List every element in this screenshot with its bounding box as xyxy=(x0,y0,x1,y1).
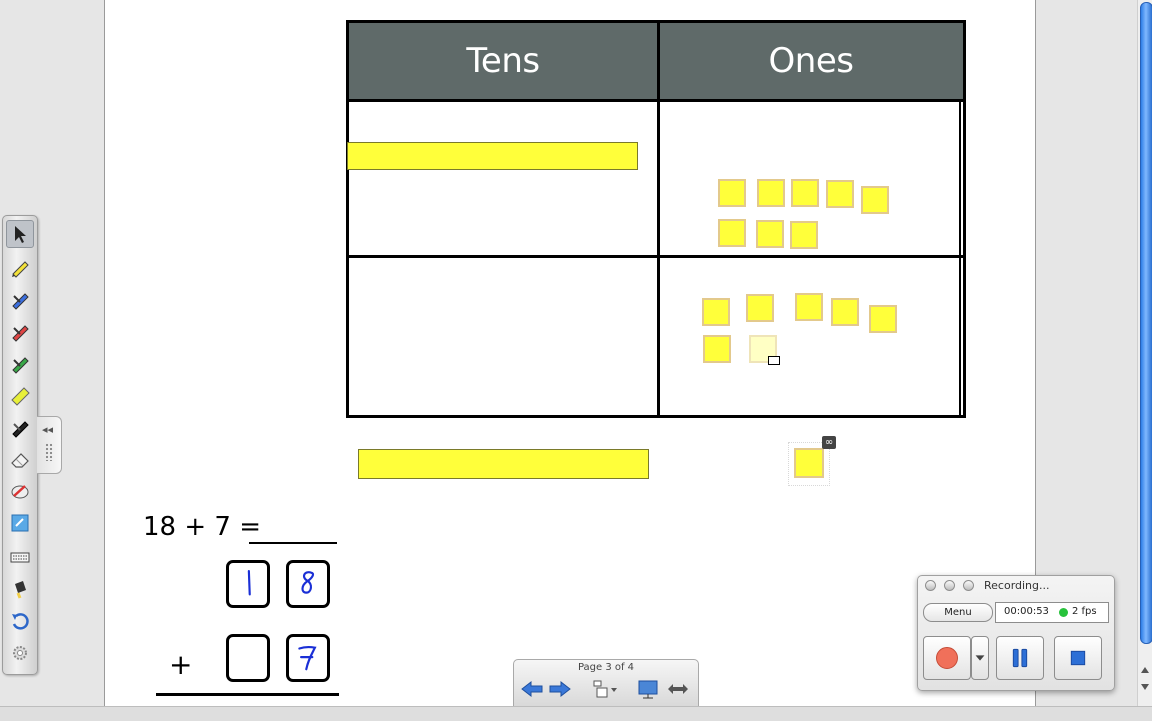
unit-block[interactable] xyxy=(826,180,854,208)
unit-block[interactable] xyxy=(790,221,818,249)
pen-blue-icon[interactable] xyxy=(6,285,34,313)
unit-block[interactable] xyxy=(861,186,889,214)
page-sorter-button[interactable] xyxy=(592,678,620,700)
next-page-button[interactable] xyxy=(548,678,572,700)
collapse-arrows-icon: ◂◂ xyxy=(42,423,54,436)
status-dot-icon xyxy=(1059,608,1068,617)
pause-icon xyxy=(1012,648,1028,668)
unit-block[interactable] xyxy=(746,294,774,322)
page-number-label: Page 3 of 4 xyxy=(577,662,635,673)
column-divider xyxy=(657,23,660,415)
horizontal-scrollbar[interactable] xyxy=(0,706,1152,721)
toolbar-collapse-handle[interactable]: ◂◂ xyxy=(37,416,62,474)
tools-toolbar xyxy=(2,215,38,675)
tens-header: Tens xyxy=(466,41,540,81)
unit-source-block[interactable] xyxy=(794,448,824,478)
fill-icon[interactable] xyxy=(6,575,34,603)
equation-text: 18 + 7 = xyxy=(143,512,261,542)
recorder-window: Recording... Menu 00:00:53 2 fps xyxy=(917,575,1115,691)
plus-sign: + xyxy=(169,648,193,681)
top-tens-digit-box[interactable] xyxy=(226,560,270,608)
previous-page-button[interactable] xyxy=(520,678,544,700)
scroll-thumb[interactable] xyxy=(1140,2,1152,644)
highlighter-icon[interactable] xyxy=(6,381,34,409)
page-navigator: Page 3 of 4 xyxy=(513,659,699,707)
full-screen-button[interactable] xyxy=(636,678,660,700)
table-inner-edge xyxy=(959,99,961,415)
handwritten-digit-eight xyxy=(301,571,315,594)
select-arrow-icon[interactable] xyxy=(6,220,34,248)
elapsed-time: 00:00:53 xyxy=(1004,606,1049,617)
unit-block[interactable] xyxy=(718,219,746,247)
unit-block[interactable] xyxy=(756,220,784,248)
handwritten-digit-one xyxy=(247,569,251,596)
bottom-ones-digit-box[interactable] xyxy=(286,634,330,682)
recorder-status-field: 00:00:53 2 fps xyxy=(995,602,1109,623)
forward-arrow-icon xyxy=(549,680,571,698)
screen-icon xyxy=(638,680,658,699)
pen-yellow-icon[interactable] xyxy=(6,253,34,281)
eraser-icon[interactable] xyxy=(6,445,34,473)
minimize-window-button[interactable] xyxy=(944,580,955,591)
fit-width-button[interactable] xyxy=(666,678,690,700)
vertical-scrollbar[interactable] xyxy=(1137,0,1152,706)
close-window-button[interactable] xyxy=(925,580,936,591)
stop-button[interactable] xyxy=(1054,636,1102,680)
scroll-down-icon[interactable] xyxy=(1141,684,1149,690)
back-arrow-icon xyxy=(521,680,543,698)
unit-block[interactable] xyxy=(702,298,730,326)
settings-icon[interactable] xyxy=(6,639,34,667)
unit-block[interactable] xyxy=(831,298,859,326)
unit-block[interactable] xyxy=(795,293,823,321)
zoom-window-button[interactable] xyxy=(963,580,974,591)
drag-cursor-icon xyxy=(768,356,780,365)
shape-recognition-icon[interactable] xyxy=(6,477,34,505)
stop-icon xyxy=(1070,650,1086,666)
sum-line xyxy=(156,693,339,696)
scroll-up-icon[interactable] xyxy=(1141,667,1149,673)
unit-block[interactable] xyxy=(869,305,897,333)
recorder-title: Recording... xyxy=(984,579,1050,592)
place-value-table: Tens Ones xyxy=(346,20,966,418)
pen-black-icon[interactable] xyxy=(6,413,34,441)
grip-icon xyxy=(45,443,53,461)
recorder-menu-button[interactable]: Menu xyxy=(923,603,993,622)
frame-rate: 2 fps xyxy=(1072,606,1097,617)
pen-green-icon[interactable] xyxy=(6,349,34,377)
ones-header: Ones xyxy=(768,41,854,81)
top-ones-digit-box[interactable] xyxy=(286,560,330,608)
pen-red-icon[interactable] xyxy=(6,317,34,345)
bottom-tens-digit-box[interactable] xyxy=(226,634,270,682)
record-options-dropdown[interactable] xyxy=(971,636,989,680)
handwritten-digit-seven xyxy=(298,645,317,671)
chevron-down-icon xyxy=(975,655,985,661)
recorder-titlebar[interactable]: Recording... xyxy=(918,576,1114,596)
undo-icon[interactable] xyxy=(6,607,34,635)
page-sorter-icon xyxy=(593,680,617,698)
note-icon[interactable] xyxy=(6,509,34,537)
table-header-row: Tens Ones xyxy=(349,23,963,102)
record-icon xyxy=(936,647,958,669)
ten-rod-source-block[interactable] xyxy=(358,449,649,479)
answer-blank-line xyxy=(249,542,337,544)
unit-block[interactable] xyxy=(718,179,746,207)
record-button[interactable] xyxy=(923,636,971,680)
pause-button[interactable] xyxy=(996,636,1044,680)
ten-rod-block[interactable] xyxy=(347,142,638,170)
row-divider xyxy=(349,255,963,258)
infinite-cloner-icon[interactable]: ∞ xyxy=(822,436,836,449)
fit-width-icon xyxy=(668,684,688,694)
unit-block[interactable] xyxy=(703,335,731,363)
keyboard-icon[interactable] xyxy=(6,543,34,571)
unit-block[interactable] xyxy=(791,179,819,207)
unit-block[interactable] xyxy=(757,179,785,207)
